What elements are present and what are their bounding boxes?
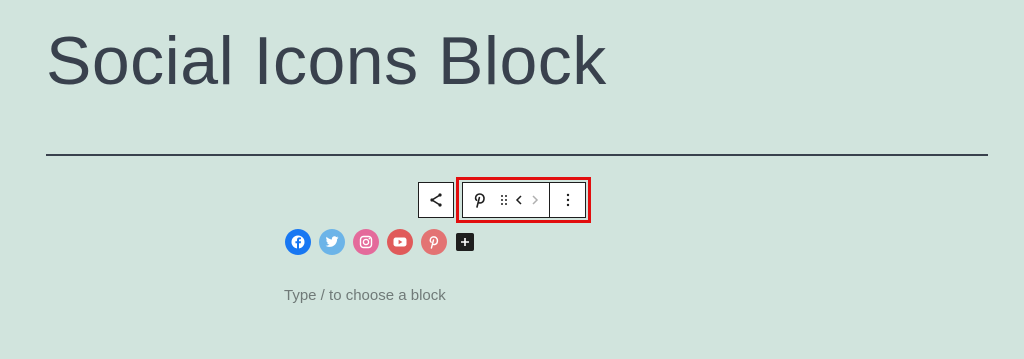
separator-block[interactable] (46, 154, 988, 156)
move-left-button[interactable] (511, 183, 527, 217)
pinterest-icon (474, 193, 485, 208)
move-right-button[interactable] (527, 183, 543, 217)
pinterest-link[interactable] (421, 229, 447, 255)
instagram-icon (359, 235, 373, 249)
drag-handle-icon (501, 195, 507, 205)
youtube-icon (393, 237, 407, 247)
facebook-link[interactable] (285, 229, 311, 255)
social-icons-block[interactable] (285, 229, 474, 255)
plus-icon (461, 238, 469, 246)
share-parent-block-button[interactable] (418, 182, 454, 218)
facebook-icon (291, 235, 305, 249)
block-type-button[interactable] (463, 183, 497, 217)
chevron-right-icon (532, 195, 539, 205)
page-title[interactable]: Social Icons Block (46, 16, 607, 106)
more-vertical-icon (566, 193, 569, 207)
twitter-link[interactable] (319, 229, 345, 255)
instagram-link[interactable] (353, 229, 379, 255)
block-toolbar (462, 182, 586, 218)
drag-handle[interactable] (497, 183, 511, 217)
block-placeholder[interactable]: Type / to choose a block (284, 287, 446, 304)
twitter-icon (325, 236, 339, 247)
add-social-icon-button[interactable] (456, 233, 474, 251)
youtube-link[interactable] (387, 229, 413, 255)
pinterest-icon (429, 236, 439, 249)
block-options-button[interactable] (550, 183, 585, 217)
block-toolbar-left (463, 183, 543, 217)
share-icon (430, 193, 442, 207)
chevron-left-icon (515, 195, 522, 205)
